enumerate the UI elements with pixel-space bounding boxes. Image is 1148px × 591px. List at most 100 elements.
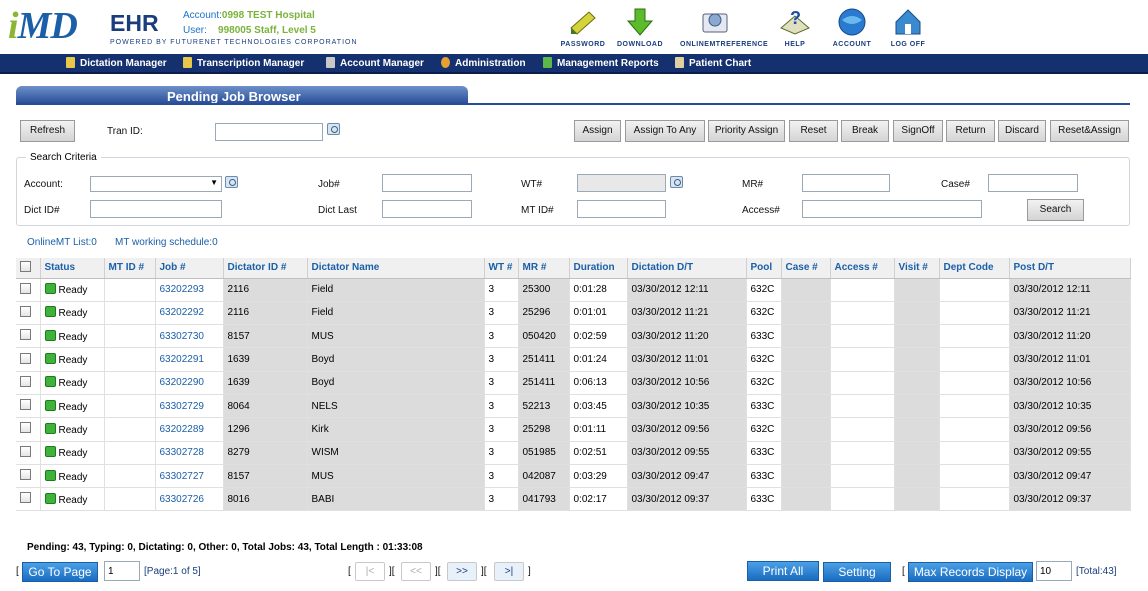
account-select[interactable]: ▼ <box>90 176 222 192</box>
col-post-dt[interactable]: Post D/T <box>1009 258 1131 279</box>
download-tool[interactable]: DOWNLOAD <box>605 6 675 48</box>
table-row[interactable]: Ready 63302726 8016 BABI 3 041793 0:02:17 03/30… <box>16 487 1131 512</box>
row-checkbox[interactable] <box>20 282 31 294</box>
visit-cell <box>894 278 940 302</box>
break-button[interactable]: Break <box>841 120 889 142</box>
max-records-input[interactable] <box>1036 561 1072 581</box>
job-link[interactable]: 63302726 <box>160 494 205 505</box>
job-link[interactable]: 63202291 <box>160 354 205 365</box>
table-row[interactable]: Ready 63302727 8157 MUS 3 042087 0:03:29 03/30/… <box>16 464 1131 489</box>
col-wt[interactable]: WT # <box>484 258 519 279</box>
col-dictation-dt[interactable]: Dictation D/T <box>627 258 747 279</box>
col-pool[interactable]: Pool <box>746 258 782 279</box>
pool-cell: 632C <box>746 301 782 326</box>
col-status[interactable]: Status <box>40 258 105 279</box>
next-page-button[interactable]: >> <box>447 562 477 581</box>
table-row[interactable]: Ready 63202292 2116 Field 3 25296 0:01:01 03/30… <box>16 301 1131 326</box>
go-to-page-button[interactable]: Go To Page <box>22 562 98 582</box>
row-checkbox[interactable] <box>20 329 31 341</box>
row-checkbox[interactable] <box>20 422 31 434</box>
access-input[interactable] <box>802 200 982 218</box>
nav-account-manager[interactable]: Account Manager <box>326 57 424 69</box>
online-mt-list-link[interactable]: OnlineMT List:0 <box>27 237 97 248</box>
nav-management-reports[interactable]: Management Reports <box>543 57 659 69</box>
print-all-button[interactable]: Print All <box>747 561 819 581</box>
dict-last-input[interactable] <box>382 200 472 218</box>
access-cell <box>830 417 895 442</box>
row-checkbox[interactable] <box>20 469 31 481</box>
nav-transcription-manager[interactable]: Transcription Manager <box>183 57 304 69</box>
job-input[interactable] <box>382 174 472 192</box>
job-link[interactable]: 63202292 <box>160 307 205 318</box>
job-link[interactable]: 63202293 <box>160 284 205 295</box>
table-row[interactable]: Ready 63302730 8157 MUS 3 050420 0:02:59 03/30/… <box>16 324 1131 349</box>
search-button[interactable]: Search <box>1027 199 1084 221</box>
visit-cell <box>894 487 940 512</box>
row-checkbox[interactable] <box>20 445 31 457</box>
job-link[interactable]: 63202289 <box>160 424 205 435</box>
table-row[interactable]: Ready 63202291 1639 Boyd 3 251411 0:01:24 03/30… <box>16 347 1131 372</box>
col-duration[interactable]: Duration <box>569 258 628 279</box>
log-off-tool[interactable]: LOG OFF <box>873 6 943 48</box>
row-checkbox[interactable] <box>20 399 31 411</box>
page-title: Pending Job Browser <box>167 89 301 104</box>
col-dictator-name[interactable]: Dictator Name <box>307 258 485 279</box>
job-link[interactable]: 63302730 <box>160 331 205 342</box>
mr-input[interactable] <box>802 174 890 192</box>
setting-button[interactable]: Setting <box>823 562 891 582</box>
wt-lookup-icon[interactable] <box>670 176 683 188</box>
nav-patient-chart[interactable]: Patient Chart <box>675 57 751 69</box>
wt-input[interactable] <box>577 174 666 192</box>
col-dictator-id[interactable]: Dictator ID # <box>223 258 308 279</box>
return-button[interactable]: Return <box>946 120 995 142</box>
job-link[interactable]: 63202290 <box>160 377 205 388</box>
mt-id-input[interactable] <box>577 200 666 218</box>
col-visit[interactable]: Visit # <box>894 258 940 279</box>
assign-to-any-button[interactable]: Assign To Any <box>625 120 705 142</box>
col-mr[interactable]: MR # <box>518 258 570 279</box>
case-input[interactable] <box>988 174 1078 192</box>
signoff-button[interactable]: SignOff <box>893 120 943 142</box>
row-checkbox[interactable] <box>20 375 31 387</box>
col-dept-code[interactable]: Dept Code <box>939 258 1010 279</box>
col-access[interactable]: Access # <box>830 258 895 279</box>
mt-working-schedule-link[interactable]: MT working schedule:0 <box>115 237 218 248</box>
table-row[interactable]: Ready 63202289 1296 Kirk 3 25298 0:01:11 03/30/… <box>16 417 1131 442</box>
assign-button[interactable]: Assign <box>574 120 621 142</box>
last-page-button[interactable]: >| <box>494 562 524 581</box>
discard-button[interactable]: Discard <box>998 120 1046 142</box>
reset-and-assign-button[interactable]: Reset&Assign <box>1050 120 1129 142</box>
select-all-checkbox[interactable] <box>20 260 31 272</box>
onlinemtreference-tool[interactable]: ONLINEMTREFERENCE <box>680 6 768 48</box>
pending-jobs-table: Status MT ID # Job # Dictator ID # Dicta… <box>16 258 1131 512</box>
col-job[interactable]: Job # <box>155 258 224 279</box>
row-checkbox[interactable] <box>20 492 31 504</box>
account-lookup-icon[interactable] <box>225 176 238 188</box>
job-link[interactable]: 63302728 <box>160 447 205 458</box>
row-checkbox[interactable] <box>20 352 31 364</box>
post-dt-cell: 03/30/2012 09:37 <box>1009 487 1131 512</box>
nav-dictation-manager[interactable]: Dictation Manager <box>66 57 167 69</box>
dictation-dt-cell: 03/30/2012 09:37 <box>627 487 747 512</box>
row-checkbox[interactable] <box>20 305 31 317</box>
table-row[interactable]: Ready 63302728 8279 WISM 3 051985 0:02:51 03/30… <box>16 441 1131 465</box>
reset-button[interactable]: Reset <box>789 120 838 142</box>
first-page-button[interactable]: |< <box>355 562 385 581</box>
job-link[interactable]: 63302727 <box>160 471 205 482</box>
col-case[interactable]: Case # <box>781 258 831 279</box>
page-number-input[interactable] <box>104 561 140 581</box>
table-row[interactable]: Ready 63202293 2116 Field 3 25300 0:01:28 03/30… <box>16 278 1131 302</box>
max-records-display-button[interactable]: Max Records Display <box>908 562 1033 582</box>
nav-administration[interactable]: Administration <box>441 57 526 69</box>
col-mt-id[interactable]: MT ID # <box>104 258 156 279</box>
refresh-button[interactable]: Refresh <box>20 120 75 142</box>
prev-page-button[interactable]: << <box>401 562 431 581</box>
priority-assign-button[interactable]: Priority Assign <box>708 120 785 142</box>
table-row[interactable]: Ready 63202290 1639 Boyd 3 251411 0:06:13 03/30… <box>16 371 1131 395</box>
duration-cell: 0:03:45 <box>569 394 628 419</box>
tran-id-lookup-icon[interactable] <box>327 123 340 135</box>
tran-id-input[interactable] <box>215 123 323 141</box>
job-link[interactable]: 63302729 <box>160 401 205 412</box>
table-row[interactable]: Ready 63302729 8064 NELS 3 52213 0:03:45 03/30/… <box>16 394 1131 419</box>
dict-id-input[interactable] <box>90 200 222 218</box>
